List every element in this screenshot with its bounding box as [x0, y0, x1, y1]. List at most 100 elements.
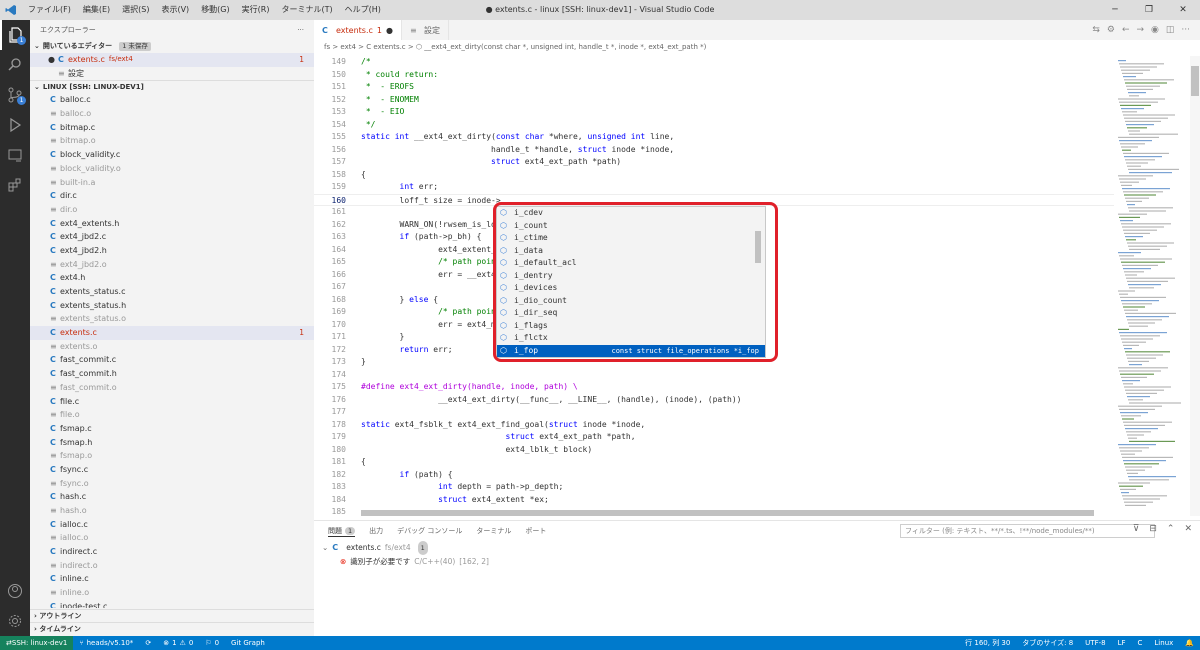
- suggestion-item[interactable]: ⬡ i_devices: [497, 282, 765, 295]
- file-item[interactable]: ≡ balloc.o: [30, 107, 314, 121]
- debug-run-icon[interactable]: ⚙: [1107, 25, 1115, 35]
- tab-extents-c[interactable]: C extents.c 1 ●: [314, 20, 402, 40]
- code-line[interactable]: 151 * - EROFS: [314, 81, 1114, 94]
- tab-ports[interactable]: ポート: [525, 526, 546, 536]
- close-icon[interactable]: ✕: [1166, 0, 1200, 20]
- account-icon[interactable]: [0, 576, 30, 606]
- code-line[interactable]: 183 int depth = path->p_depth;: [314, 481, 1114, 494]
- file-item[interactable]: Cindirect.c: [30, 545, 314, 559]
- cursor-position[interactable]: 行 160, 列 30: [959, 638, 1016, 648]
- tab-size[interactable]: タブのサイズ: 8: [1016, 638, 1079, 648]
- problem-row[interactable]: ⊗ 識別子が必要です C/C++(40) [162, 2]: [322, 555, 1200, 569]
- file-item[interactable]: ≡ inline.o: [30, 586, 314, 600]
- tab-settings[interactable]: ≡ 設定: [402, 20, 449, 40]
- file-item[interactable]: Cextents_status.c: [30, 285, 314, 299]
- file-item[interactable]: Cfsmap.h: [30, 436, 314, 450]
- info-indicator[interactable]: ⚐ 0: [199, 639, 225, 647]
- menu-item[interactable]: 編集(E): [77, 0, 116, 20]
- suggestion-item[interactable]: ⬡ i_ctime: [497, 232, 765, 245]
- extensions-icon[interactable]: [0, 170, 30, 200]
- code-line[interactable]: 182 if (path) {: [314, 469, 1114, 482]
- code-line[interactable]: 150 * could return:: [314, 69, 1114, 82]
- go-forward-icon[interactable]: →: [1136, 25, 1144, 35]
- code-line[interactable]: 176 __ext4_ext_dirty(__func__, __LINE__,…: [314, 394, 1114, 407]
- menu-item[interactable]: 選択(S): [116, 0, 155, 20]
- file-item[interactable]: ≡ dir.o: [30, 203, 314, 217]
- file-item[interactable]: ≡ fast_commit.o: [30, 381, 314, 395]
- vertical-scrollbar[interactable]: [1190, 56, 1200, 516]
- sync-button[interactable]: ⟳: [139, 639, 157, 647]
- code-line[interactable]: 181 {: [314, 456, 1114, 469]
- tab-debug-console[interactable]: デバッグ コンソール: [397, 526, 462, 536]
- file-item[interactable]: ≡ fsmap.o: [30, 449, 314, 463]
- file-item[interactable]: Cinode-test.c: [30, 600, 314, 609]
- file-item[interactable]: Cdir.c: [30, 189, 314, 203]
- suggestion-item[interactable]: ⬡ i_flags: [497, 320, 765, 333]
- file-item[interactable]: ≡ extents.o: [30, 340, 314, 354]
- git-graph-button[interactable]: Git Graph: [225, 639, 271, 647]
- source-control-icon[interactable]: 1: [0, 80, 30, 110]
- file-item[interactable]: Chash.c: [30, 490, 314, 504]
- menu-item[interactable]: ヘルプ(H): [339, 0, 387, 20]
- remote-explorer-icon[interactable]: [0, 140, 30, 170]
- file-item[interactable]: ≡ hash.o: [30, 504, 314, 518]
- file-item[interactable]: Cext4_extents.h: [30, 217, 314, 231]
- search-icon[interactable]: [0, 50, 30, 80]
- more-actions-icon[interactable]: ···: [297, 20, 304, 40]
- file-item[interactable]: ≡ bitmap.o: [30, 134, 314, 148]
- explorer-icon[interactable]: 1: [0, 20, 30, 50]
- code-line[interactable]: 149 /*: [314, 56, 1114, 69]
- suggestion-item[interactable]: ⬡ i_flctx: [497, 332, 765, 345]
- maximize-icon[interactable]: ❐: [1132, 0, 1166, 20]
- code-line[interactable]: 153 * - EIO: [314, 106, 1114, 119]
- minimap[interactable]: [1114, 56, 1190, 516]
- file-item[interactable]: ≡ fsync.o: [30, 477, 314, 491]
- code-line[interactable]: 180 ext4_lblk_t block): [314, 444, 1114, 457]
- run-debug-icon[interactable]: [0, 110, 30, 140]
- branch-indicator[interactable]: ⑂ heads/v5.10*: [73, 639, 139, 647]
- outline-header[interactable]: › アウトライン: [30, 609, 314, 622]
- timeline-header[interactable]: › タイムライン: [30, 622, 314, 635]
- minimize-icon[interactable]: ─: [1098, 0, 1132, 20]
- horizontal-scrollbar[interactable]: [361, 510, 1094, 516]
- suggestion-item[interactable]: ⬡ i_dentry: [497, 270, 765, 283]
- file-item[interactable]: Cext4_jbd2.h: [30, 244, 314, 258]
- scrollbar-thumb[interactable]: [1191, 66, 1199, 96]
- collapse-all-icon[interactable]: ⊟: [1149, 524, 1157, 534]
- settings-gear-icon[interactable]: [0, 606, 30, 636]
- tab-output[interactable]: 出力: [369, 526, 383, 536]
- suggestion-item[interactable]: ⬡ i_cdev: [497, 207, 765, 220]
- tab-terminal[interactable]: ターミナル: [476, 526, 511, 536]
- file-item[interactable]: Cextents_status.h: [30, 299, 314, 313]
- file-item[interactable]: Cext4_jbd2.c: [30, 230, 314, 244]
- file-item[interactable]: ≡ ext4_jbd2.o: [30, 258, 314, 272]
- end-of-line[interactable]: LF: [1112, 638, 1132, 648]
- file-item[interactable]: Cbitmap.c: [30, 121, 314, 135]
- code-line[interactable]: 184 struct ext4_extent *ex;: [314, 494, 1114, 507]
- open-editor-item[interactable]: ● Cextents.c fs/ext4 1: [30, 53, 314, 67]
- code-line[interactable]: 152 * - ENOMEM: [314, 94, 1114, 107]
- file-item[interactable]: Cfsmap.c: [30, 422, 314, 436]
- code-line[interactable]: 174: [314, 369, 1114, 382]
- suggestion-item[interactable]: ⬡ i_dio_count: [497, 295, 765, 308]
- file-item[interactable]: Cballoc.c: [30, 93, 314, 107]
- code-line[interactable]: 155 static int __ext4_ext_dirty(const cha…: [314, 131, 1114, 144]
- code-line[interactable]: 160 loff_t size = inode->: [314, 193, 1114, 206]
- file-item[interactable]: ≡ built-in.a: [30, 176, 314, 190]
- code-line[interactable]: 156 handle_t *handle, struct inode *inod…: [314, 144, 1114, 157]
- notifications-icon[interactable]: 🔔: [1179, 638, 1200, 648]
- encoding[interactable]: UTF-8: [1079, 638, 1111, 648]
- file-item[interactable]: ≡ ialloc.o: [30, 531, 314, 545]
- close-panel-icon[interactable]: ✕: [1184, 524, 1192, 534]
- file-item[interactable]: ≡ extents_status.o: [30, 312, 314, 326]
- code-line[interactable]: 178 static ext4_fsblk_t ext4_ext_find_goa…: [314, 419, 1114, 432]
- open-changes-icon[interactable]: ◉: [1151, 25, 1159, 35]
- file-item[interactable]: Cextents.c 1: [30, 326, 314, 340]
- os-indicator[interactable]: Linux: [1148, 638, 1179, 648]
- compare-icon[interactable]: ⇆: [1092, 25, 1100, 35]
- menu-item[interactable]: ターミナル(T): [275, 0, 338, 20]
- code-line[interactable]: 175 #define ext4_ext_dirty(handle, inode,…: [314, 381, 1114, 394]
- split-editor-icon[interactable]: ◫: [1166, 25, 1175, 35]
- file-item[interactable]: ≡ indirect.o: [30, 559, 314, 573]
- file-item[interactable]: Cblock_validity.c: [30, 148, 314, 162]
